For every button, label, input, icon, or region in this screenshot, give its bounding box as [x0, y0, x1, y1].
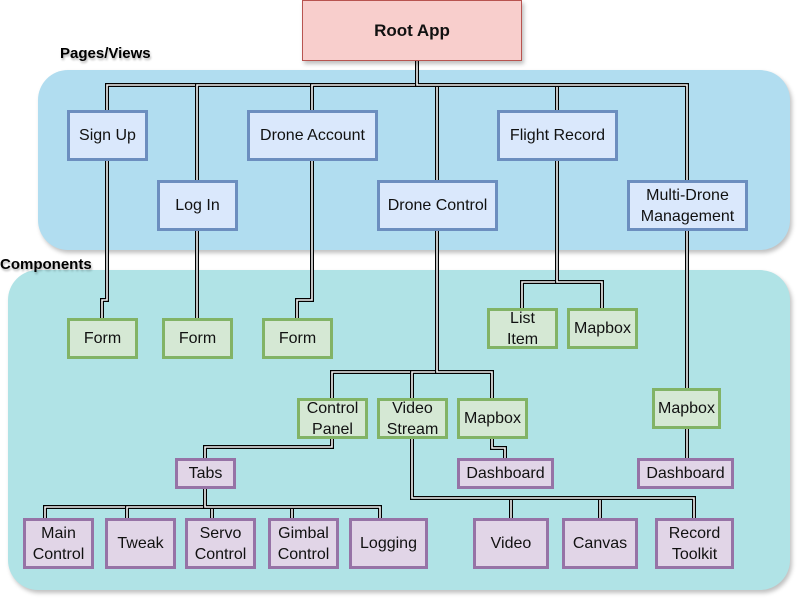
node-mapbox-flight[interactable]: Mapbox	[567, 308, 638, 349]
connector-line	[204, 488, 293, 518]
connector-line	[411, 230, 438, 398]
node-dashboard-multi[interactable]: Dashboard	[637, 458, 734, 489]
connector-line	[295, 160, 314, 318]
connector-tabs-gimbal_control	[203, 488, 294, 518]
connector-drone_control-mapbox2	[435, 230, 494, 398]
connector-control_panel-tabs	[203, 438, 334, 458]
connector-sign_up-form1	[100, 160, 109, 318]
connector-line	[520, 160, 559, 308]
node-control-panel[interactable]: Control Panel	[297, 398, 368, 439]
node-list-item[interactable]: List Item	[487, 308, 558, 349]
node-video[interactable]: Video	[473, 518, 549, 569]
connector-line	[203, 488, 294, 518]
node-mapbox-multi[interactable]: Mapbox	[652, 388, 721, 429]
connector-drone_control-video_stream	[410, 230, 439, 398]
node-record-toolkit[interactable]: Record Toolkit	[655, 518, 734, 569]
connector-line	[296, 160, 313, 318]
connector-mapbox2-dashboard1	[490, 438, 507, 458]
connector-flight_record-mapbox1	[555, 160, 604, 308]
connector-line	[555, 160, 604, 308]
node-sign-up[interactable]: Sign Up	[67, 110, 148, 161]
connector-root-drone_account	[310, 60, 419, 110]
connector-root-drone_control	[415, 60, 439, 180]
diagram-canvas: Pages/Views Components Root App Sign Up …	[0, 0, 800, 603]
node-video-stream[interactable]: Video Stream	[377, 398, 448, 439]
connector-drone_account-form3	[295, 160, 314, 318]
node-flight-record[interactable]: Flight Record	[497, 110, 618, 161]
connector-line	[311, 60, 418, 110]
node-drone-control[interactable]: Drone Control	[377, 180, 498, 231]
node-log-in[interactable]: Log In	[157, 180, 238, 231]
node-root[interactable]: Root App	[302, 0, 522, 61]
node-canvas[interactable]: Canvas	[562, 518, 638, 569]
connector-line	[556, 160, 603, 308]
node-form-sign-up[interactable]: Form	[67, 318, 138, 359]
node-drone-account[interactable]: Drone Account	[247, 110, 378, 161]
connectors	[43, 60, 696, 518]
connector-line	[125, 488, 207, 518]
connector-tabs-tweak	[125, 488, 207, 518]
node-tabs[interactable]: Tabs	[175, 458, 236, 489]
connector-line	[203, 438, 334, 458]
node-dashboard-control[interactable]: Dashboard	[457, 458, 554, 489]
node-form-drone-account[interactable]: Form	[262, 318, 333, 359]
node-main-control[interactable]: Main Control	[23, 518, 94, 569]
node-form-log-in[interactable]: Form	[162, 318, 233, 359]
connector-line	[415, 60, 439, 180]
connector-line	[101, 160, 108, 318]
connector-line	[416, 60, 438, 180]
node-servo-control[interactable]: Servo Control	[185, 518, 256, 569]
node-gimbal-control[interactable]: Gimbal Control	[268, 518, 339, 569]
connector-line	[436, 230, 493, 398]
connector-line	[521, 160, 558, 308]
node-tweak[interactable]: Tweak	[105, 518, 176, 569]
node-multi-drone-management[interactable]: Multi-Drone Management	[627, 180, 748, 231]
connector-line	[126, 488, 206, 518]
node-logging[interactable]: Logging	[349, 518, 428, 569]
connector-flight_record-list_item	[520, 160, 559, 308]
node-mapbox-control[interactable]: Mapbox	[457, 398, 528, 439]
